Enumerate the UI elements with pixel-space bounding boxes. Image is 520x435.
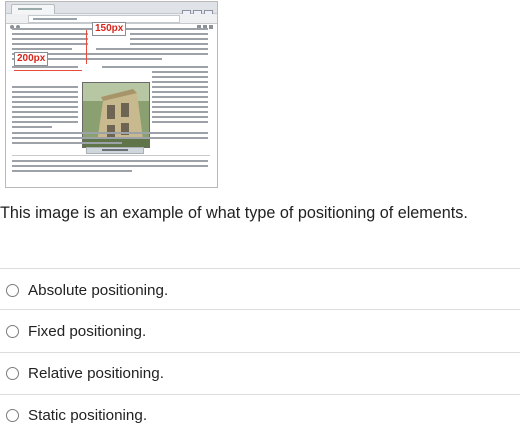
divider [0, 268, 520, 269]
example-page-content [6, 24, 217, 187]
radio-button[interactable] [6, 283, 19, 297]
example-screenshot: 150px 200px [5, 1, 218, 188]
top-offset-label: 150px [92, 22, 127, 36]
option-label: Fixed positioning. [28, 322, 147, 340]
left-offset-guide [14, 70, 82, 71]
option-relative[interactable]: Relative positioning. [6, 362, 164, 384]
browser-tab [11, 4, 55, 14]
nav-buttons-icon [10, 16, 24, 29]
divider [0, 394, 520, 395]
option-label: Static positioning. [28, 406, 148, 424]
divider [0, 309, 520, 310]
divider [0, 352, 520, 353]
left-offset-label: 200px [14, 52, 49, 66]
radio-button[interactable] [6, 366, 19, 380]
option-label: Relative positioning. [28, 364, 164, 382]
radio-button[interactable] [6, 324, 19, 338]
option-fixed[interactable]: Fixed positioning. [6, 320, 146, 342]
divider-line [12, 155, 210, 156]
top-offset-guide [86, 30, 87, 64]
browser-tab-bar [6, 2, 217, 17]
image-caption [86, 147, 144, 154]
radio-button[interactable] [6, 408, 19, 422]
option-absolute[interactable]: Absolute positioning. [6, 279, 168, 301]
question-text: This image is an example of what type of… [0, 204, 468, 222]
option-label: Absolute positioning. [28, 281, 169, 299]
option-static[interactable]: Static positioning. [6, 404, 147, 426]
